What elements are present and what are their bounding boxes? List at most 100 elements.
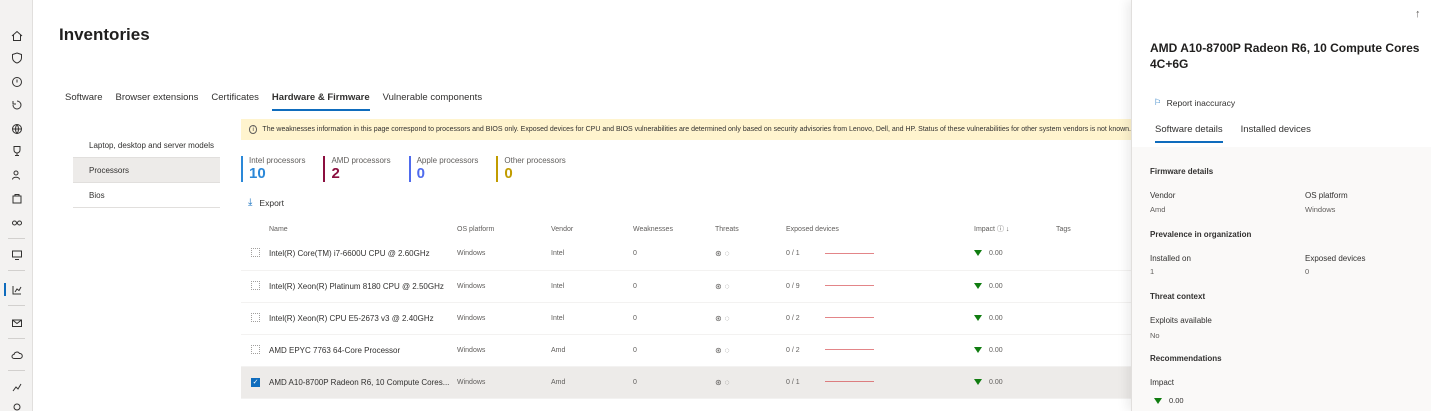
info-icon: i	[249, 125, 258, 134]
os-platform-label: OS platform	[1305, 191, 1348, 200]
row-impact: 0.00	[974, 334, 1056, 367]
globe-icon[interactable]	[10, 122, 23, 135]
cloud-icon[interactable]	[10, 348, 23, 361]
count-intel: Intel processors 10	[241, 156, 305, 182]
row-impact: 0.00	[974, 270, 1056, 303]
row-tags	[1056, 238, 1131, 271]
threat-icons: ⊛◌	[715, 238, 786, 271]
exploits-value: No	[1150, 331, 1160, 340]
row-os: Windows	[457, 334, 551, 367]
row-checkbox[interactable]	[251, 344, 260, 354]
arrow-up-icon[interactable]: ↑	[1415, 8, 1421, 20]
settings-icon[interactable]	[10, 400, 23, 411]
table-row[interactable]: Intel(R) Xeon(R) CPU E5-2673 v3 @ 2.40GH…	[241, 302, 1131, 335]
row-vendor: Intel	[551, 238, 633, 271]
vendor-value: Amd	[1150, 205, 1166, 214]
row-os: Windows	[457, 270, 551, 303]
trophy-icon[interactable]	[10, 144, 23, 157]
inventory-tabs: Software Browser extensions Certificates…	[65, 92, 495, 111]
row-tags	[1056, 302, 1131, 335]
exposed-value: 0 / 1	[786, 250, 800, 258]
row-checkbox[interactable]	[251, 248, 260, 258]
exposure-trend-line	[824, 285, 874, 287]
report-inaccuracy-button[interactable]: ⚐ Report inaccuracy	[1154, 97, 1235, 108]
exposure-trend-line	[824, 381, 874, 383]
table-row-selected[interactable]: ✓ AMD A10-8700P Radeon R6, 10 Compute Co…	[241, 366, 1131, 399]
history-icon[interactable]	[10, 98, 23, 111]
devices-icon[interactable]	[10, 248, 23, 261]
download-icon: ⤓	[248, 197, 253, 208]
count-value: 0	[504, 165, 513, 182]
row-name: AMD EPYC 7763 64-Core Processor	[269, 334, 457, 367]
exploits-label: Exploits available	[1150, 316, 1212, 325]
tab-installed-devices[interactable]: Installed devices	[1241, 124, 1311, 143]
count-label: Intel processors	[249, 156, 306, 165]
recommendations-heading: Recommendations	[1150, 354, 1222, 363]
incidents-icon[interactable]	[10, 75, 23, 88]
home-icon[interactable]	[10, 29, 23, 42]
row-weaknesses: 0	[633, 334, 715, 367]
banner-text: The weaknesses information in this page …	[262, 126, 1131, 133]
users-icon[interactable]	[10, 168, 23, 181]
impact-value: 0.00	[989, 346, 1003, 354]
reports-icon[interactable]	[10, 380, 23, 393]
tab-software-details[interactable]: Software details	[1155, 124, 1223, 143]
column-header-impact[interactable]: Impact ⓘ ↓	[974, 220, 1056, 238]
tab-hardware-firmware[interactable]: Hardware & Firmware	[271, 92, 370, 111]
exposure-trend-line	[824, 349, 874, 351]
table-row[interactable]: Intel(R) Core(TM) i7-6600U CPU @ 2.60GHz…	[241, 238, 1131, 271]
row-name: Intel(R) Xeon(R) CPU E5-2673 v3 @ 2.40GH…	[269, 302, 457, 335]
partners-icon[interactable]	[10, 216, 23, 229]
rail-divider	[8, 370, 25, 371]
subnav-item-processors[interactable]: Processors	[73, 158, 220, 183]
count-label: Apple processors	[416, 156, 479, 165]
subnav-item-models[interactable]: Laptop, desktop and server models	[73, 133, 220, 158]
column-header-threats[interactable]: Threats	[715, 220, 786, 238]
column-header-tags[interactable]: Tags	[1056, 220, 1131, 238]
tab-browser-extensions[interactable]: Browser extensions	[116, 92, 199, 111]
impact-value: 0.00	[1169, 396, 1184, 405]
row-name: Intel(R) Xeon(R) Platinum 8180 CPU @ 2.5…	[269, 270, 457, 303]
active-indicator	[4, 283, 6, 296]
subnav-item-bios[interactable]: Bios	[73, 183, 220, 208]
installed-on-label: Installed on	[1150, 254, 1191, 263]
tab-certificates[interactable]: Certificates	[211, 92, 259, 111]
column-header-os[interactable]: OS platform	[457, 220, 551, 238]
table-row[interactable]: AMD EPYC 7763 64-Core Processor Windows …	[241, 334, 1131, 367]
row-vendor: Amd	[551, 366, 633, 399]
hardware-subnav: Laptop, desktop and server models Proces…	[73, 133, 220, 208]
row-checkbox[interactable]	[251, 312, 260, 322]
flyout-body: Firmware details Vendor Amd OS platform …	[1132, 147, 1431, 411]
exposed-value: 0 / 2	[786, 346, 800, 354]
row-vendor: Amd	[551, 334, 633, 367]
column-header-vendor[interactable]: Vendor	[551, 220, 633, 238]
rail-divider	[8, 270, 25, 271]
table-row[interactable]: Intel(R) Xeon(R) Platinum 8180 CPU @ 2.5…	[241, 270, 1131, 303]
shield-icon[interactable]	[10, 51, 23, 64]
assets-icon[interactable]	[10, 192, 23, 205]
exposure-trend-line	[824, 317, 874, 319]
exposed-value: 0 / 1	[786, 378, 800, 386]
mail-icon[interactable]	[10, 316, 23, 329]
threat-icons: ⊛◌	[715, 366, 786, 399]
exposed-value: 0 / 2	[786, 314, 800, 322]
tab-software[interactable]: Software	[65, 92, 103, 111]
impact-down-icon	[974, 378, 982, 385]
vendor-label: Vendor	[1150, 191, 1176, 200]
impact-value: 0.00	[989, 282, 1003, 290]
impact-value: 0.00	[989, 250, 1003, 258]
tab-vulnerable-components[interactable]: Vulnerable components	[383, 92, 482, 111]
vulnerability-management-icon[interactable]	[10, 283, 23, 296]
count-label: AMD processors	[331, 156, 391, 165]
select-column	[241, 220, 269, 238]
row-checkbox[interactable]	[251, 280, 260, 290]
impact-down-icon	[1154, 398, 1162, 405]
rail-divider	[8, 338, 25, 339]
impact-down-icon	[974, 250, 982, 257]
exposed-value: 0 / 9	[786, 282, 800, 290]
row-checkbox-checked[interactable]: ✓	[251, 377, 260, 387]
column-header-name[interactable]: Name	[269, 220, 457, 238]
column-header-exposed[interactable]: Exposed devices	[786, 220, 974, 238]
column-header-weaknesses[interactable]: Weaknesses	[633, 220, 715, 238]
export-button[interactable]: ⤓ Export	[248, 197, 284, 208]
